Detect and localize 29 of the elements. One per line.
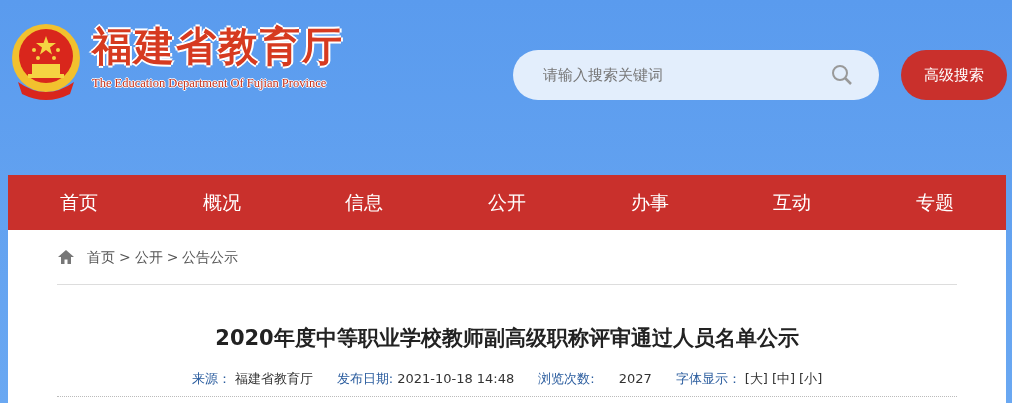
search-field[interactable]: 请输入搜索关键词 (513, 50, 879, 100)
breadcrumb-separator: > (119, 247, 131, 267)
nav-link-item[interactable]: 互动 (720, 188, 864, 217)
breadcrumb-link[interactable]: 首页 (87, 246, 115, 268)
advanced-search-button[interactable]: 高级搜索 (901, 50, 1007, 100)
search-icon[interactable] (831, 64, 853, 86)
meta-value: 2027 (618, 369, 652, 388)
nav-link-item[interactable]: 首页 (8, 188, 151, 217)
site-subtitle: The Education Department Of Fujian Province (92, 75, 328, 92)
nav-link-item[interactable]: 概况 (150, 188, 294, 217)
nav-link-item[interactable]: 公开 (435, 188, 579, 217)
home-icon[interactable] (57, 249, 75, 265)
meta-label: 字体显示： (675, 369, 741, 388)
meta-label: 发布日期: (336, 369, 394, 388)
meta-value: 2021-10-18 14:48 (397, 369, 515, 388)
meta-label: 浏览次数: (538, 369, 595, 388)
site-title: 福建省教育厅 (92, 26, 344, 66)
article-title: 2020年度中等职业学校教师副高级职称评审通过人员名单公示 (214, 325, 800, 352)
nav-link-item[interactable]: 专题 (863, 188, 1007, 217)
breadcrumb-separator: > (166, 247, 179, 267)
breadcrumb-link[interactable]: 公开 (134, 246, 163, 268)
meta-value: 福建省教育厅 (234, 369, 313, 388)
font-size-link[interactable]: [小] (799, 368, 823, 388)
nav-link-item[interactable]: 办事 (578, 188, 721, 217)
meta-label: 来源： (191, 369, 231, 388)
font-size-link[interactable]: [大] (744, 368, 768, 388)
breadcrumb-link[interactable]: 公告公示 (182, 246, 239, 268)
nav-link-item[interactable]: 信息 (293, 188, 436, 217)
font-size-link[interactable]: [中] (771, 368, 796, 388)
